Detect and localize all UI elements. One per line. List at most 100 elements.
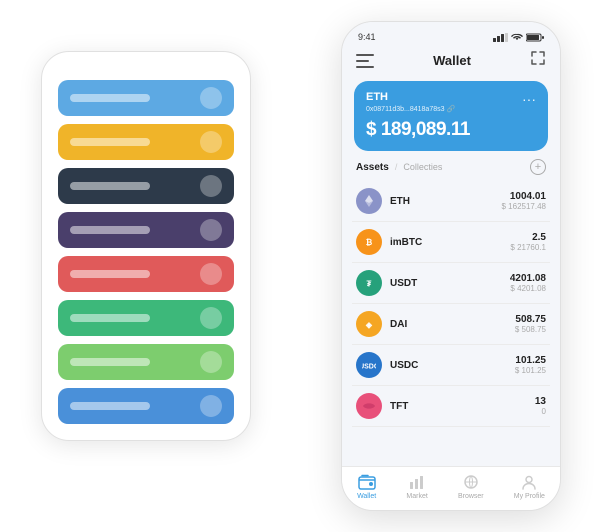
browser-nav-icon	[462, 473, 480, 491]
tab-collecties[interactable]: Collecties	[403, 162, 442, 172]
market-nav-label: Market	[406, 493, 427, 500]
tab-separator: /	[395, 162, 398, 172]
tft-primary-amount: 13	[535, 396, 546, 407]
usdc-asset-name: USDC	[390, 360, 515, 371]
assets-header: Assets / Collecties +	[342, 159, 560, 181]
card-label	[70, 226, 150, 234]
card-icon	[200, 131, 222, 153]
usdc-logo: USDC	[356, 352, 382, 378]
phone-front: 9:41	[341, 21, 561, 511]
usdt-logo: ₮	[356, 270, 382, 296]
wallet-nav-icon	[358, 473, 376, 491]
usdc-primary-amount: 101.25	[515, 355, 546, 366]
wifi-icon	[511, 33, 523, 42]
table-row[interactable]: USDC USDC 101.25 $ 101.25	[352, 345, 550, 386]
status-icons	[493, 33, 544, 42]
list-item[interactable]	[58, 300, 234, 336]
usdt-primary-amount: 4201.08	[510, 273, 546, 284]
card-icon	[200, 175, 222, 197]
usdc-secondary-amount: $ 101.25	[515, 366, 546, 375]
card-icon	[200, 395, 222, 417]
tab-assets[interactable]: Assets	[356, 162, 389, 173]
card-icon	[200, 87, 222, 109]
status-bar: 9:41	[342, 22, 560, 46]
dai-primary-amount: 508.75	[515, 314, 546, 325]
bottom-nav: Wallet Market	[342, 466, 560, 510]
eth-logo	[356, 188, 382, 214]
asset-list: ETH 1004.01 $ 162517.48 ₿ imBTC 2.5 $ 21…	[342, 181, 560, 466]
list-item[interactable]	[58, 80, 234, 116]
list-item[interactable]	[58, 388, 234, 424]
page-title: Wallet	[433, 53, 471, 68]
usdt-asset-name: USDT	[390, 278, 510, 289]
list-item[interactable]	[58, 168, 234, 204]
expand-icon[interactable]	[530, 50, 546, 71]
svg-text:₮: ₮	[367, 280, 372, 289]
eth-primary-amount: 1004.01	[502, 191, 547, 202]
assets-tabs: Assets / Collecties	[356, 162, 442, 173]
eth-card[interactable]: ETH 0x08711d3b...8418a78s3 🔗 $ 189,089.1…	[354, 81, 548, 151]
usdt-amounts: 4201.08 $ 4201.08	[510, 273, 546, 293]
card-label	[70, 358, 150, 366]
dai-asset-name: DAI	[390, 319, 515, 330]
tft-logo	[356, 393, 382, 419]
profile-nav-label: My Profile	[514, 493, 545, 500]
card-label	[70, 270, 150, 278]
list-item[interactable]	[58, 212, 234, 248]
imbtc-secondary-amount: $ 21760.1	[510, 243, 546, 252]
market-nav-icon	[408, 473, 426, 491]
time-display: 9:41	[358, 32, 376, 42]
phone-back	[41, 51, 251, 441]
profile-nav-icon	[520, 473, 538, 491]
list-item[interactable]	[58, 344, 234, 380]
usdc-amounts: 101.25 $ 101.25	[515, 355, 546, 375]
nav-profile[interactable]: My Profile	[514, 473, 545, 500]
card-label	[70, 182, 150, 190]
table-row[interactable]: ETH 1004.01 $ 162517.48	[352, 181, 550, 222]
eth-card-currency: ETH	[366, 91, 536, 103]
imbtc-asset-name: imBTC	[390, 237, 510, 248]
card-label	[70, 94, 150, 102]
imbtc-primary-amount: 2.5	[510, 232, 546, 243]
card-label	[70, 402, 150, 410]
dai-logo: ◈	[356, 311, 382, 337]
nav-browser[interactable]: Browser	[458, 473, 484, 500]
usdt-secondary-amount: $ 4201.08	[510, 284, 546, 293]
browser-nav-label: Browser	[458, 493, 484, 500]
wallet-nav-label: Wallet	[357, 493, 376, 500]
scene: 9:41	[11, 11, 591, 521]
table-row[interactable]: TFT 13 0	[352, 386, 550, 427]
imbtc-logo: ₿	[356, 229, 382, 255]
card-label	[70, 314, 150, 322]
card-icon	[200, 351, 222, 373]
eth-card-address: 0x08711d3b...8418a78s3 🔗	[366, 105, 536, 113]
list-item[interactable]	[58, 124, 234, 160]
tft-amounts: 13 0	[535, 396, 546, 416]
card-label	[70, 138, 150, 146]
menu-icon[interactable]	[356, 54, 374, 68]
more-options-icon[interactable]: ···	[522, 91, 536, 107]
dai-amounts: 508.75 $ 508.75	[515, 314, 546, 334]
tft-asset-name: TFT	[390, 401, 535, 412]
imbtc-amounts: 2.5 $ 21760.1	[510, 232, 546, 252]
list-item[interactable]	[58, 256, 234, 292]
signal-icon	[493, 33, 508, 42]
dai-secondary-amount: $ 508.75	[515, 325, 546, 334]
table-row[interactable]: ₮ USDT 4201.08 $ 4201.08	[352, 263, 550, 304]
card-icon	[200, 219, 222, 241]
eth-amounts: 1004.01 $ 162517.48	[502, 191, 547, 211]
eth-secondary-amount: $ 162517.48	[502, 202, 547, 211]
nav-market[interactable]: Market	[406, 473, 427, 500]
amount-value: 189,089.11	[381, 119, 470, 140]
table-row[interactable]: ◈ DAI 508.75 $ 508.75	[352, 304, 550, 345]
table-row[interactable]: ₿ imBTC 2.5 $ 21760.1	[352, 222, 550, 263]
amount-label: $	[366, 119, 376, 140]
svg-text:USDC: USDC	[362, 364, 376, 371]
add-asset-button[interactable]: +	[530, 159, 546, 175]
card-icon	[200, 307, 222, 329]
nav-wallet[interactable]: Wallet	[357, 473, 376, 500]
card-icon	[200, 263, 222, 285]
nav-bar: Wallet	[342, 46, 560, 77]
battery-icon	[526, 33, 544, 42]
svg-text:◈: ◈	[365, 321, 373, 330]
